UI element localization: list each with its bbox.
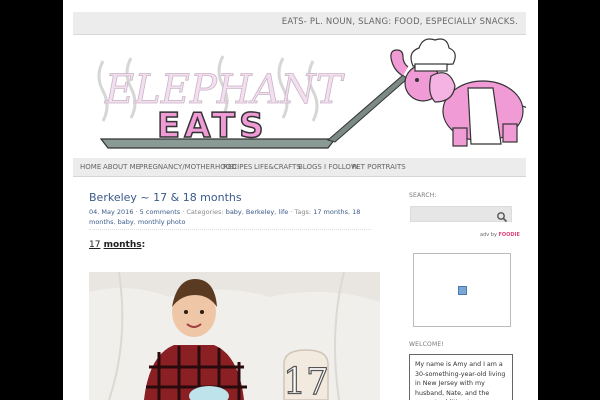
site-tagline: EATS- PL. NOUN, SLANG: FOOD, ESPECIALLY … xyxy=(281,17,518,27)
tags-label: Tags: xyxy=(294,208,312,216)
tag-link-baby[interactable]: baby xyxy=(118,218,134,226)
category-link-baby[interactable]: baby xyxy=(226,208,242,216)
tag-link-monthly-photo[interactable]: monthly photo xyxy=(138,218,186,226)
nav-item-recipes[interactable]: RECIPES xyxy=(223,163,252,171)
search-button[interactable] xyxy=(495,208,509,223)
search-input[interactable] xyxy=(413,208,493,222)
post-title[interactable]: Berkeley ~ 17 & 18 months xyxy=(89,191,242,204)
subheading-colon: : xyxy=(141,240,146,250)
nav-item-about-me[interactable]: ABOUT ME xyxy=(103,163,140,171)
chef-elephant-icon xyxy=(390,38,533,147)
elephant-eats-logo: ELEPHANT EATS xyxy=(97,38,533,149)
pan-icon xyxy=(99,138,337,149)
photo-sign-number: 17 xyxy=(283,362,329,400)
nav-item-pet-portraits[interactable]: PET PORTRAITS xyxy=(352,163,406,171)
nav-item-life-crafts[interactable]: LIFE&CRAFTS xyxy=(254,163,301,171)
ad-placeholder[interactable] xyxy=(413,253,511,327)
search-box xyxy=(410,206,512,223)
categories-label: Categories: xyxy=(186,208,224,216)
post-date-link[interactable]: 04. May 2016 xyxy=(89,208,133,216)
nav-item-home[interactable]: HOME xyxy=(80,163,101,171)
foodie-prefix: adv by xyxy=(480,232,497,238)
welcome-box: My name is Amy and I am a 30-something-y… xyxy=(409,354,513,400)
welcome-text: My name is Amy and I am a 30-something-y… xyxy=(415,361,506,400)
category-link-life[interactable]: life xyxy=(278,208,288,216)
baby-photo-image: 17 xyxy=(89,272,380,400)
baby-photo[interactable]: 17 xyxy=(89,272,380,400)
comments-link[interactable]: 5 comments xyxy=(140,208,180,216)
post-meta: 04. May 2016 · 5 comments · Categories: … xyxy=(89,207,371,230)
search-icon xyxy=(497,212,508,223)
search-label: SEARCH: xyxy=(409,192,437,199)
tagline-bar: EATS- PL. NOUN, SLANG: FOOD, ESPECIALLY … xyxy=(73,12,526,35)
subheading-number: 17 xyxy=(89,240,101,250)
subheading-word: months xyxy=(103,240,142,250)
tag-link-17-months[interactable]: 17 months xyxy=(313,208,348,216)
foodie-ad-badge[interactable]: adv by FOODIE xyxy=(480,232,520,238)
welcome-label: WELCOME! xyxy=(409,341,444,348)
category-link-berkeley[interactable]: Berkeley xyxy=(246,208,274,216)
foodie-brand: FOODIE xyxy=(498,232,520,238)
nav-item-pregnancy[interactable]: PREGNANCY/MOTHERHOOD xyxy=(139,163,237,171)
broken-image-icon xyxy=(458,286,467,295)
nav-item-blogs[interactable]: BLOGS I FOLLOW xyxy=(298,163,358,171)
page-container: EATS- PL. NOUN, SLANG: FOOD, ESPECIALLY … xyxy=(63,0,538,400)
main-nav: HOME ABOUT ME PREGNANCY/MOTHERHOOD RECIP… xyxy=(73,158,526,177)
site-banner[interactable]: ELEPHANT EATS xyxy=(73,36,533,154)
post-subheading: 17 months: xyxy=(89,240,145,250)
